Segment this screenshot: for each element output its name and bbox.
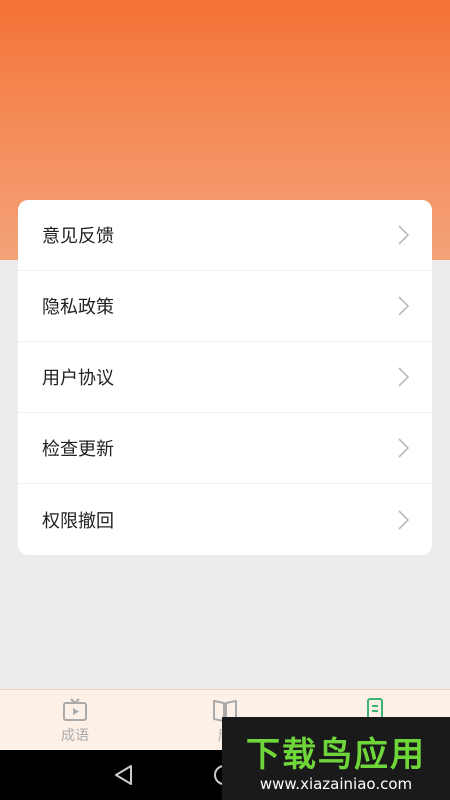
chevron-right-icon <box>398 509 410 530</box>
chevron-right-icon <box>398 367 410 387</box>
menu-item-revoke-permissions[interactable]: 权限撤回 <box>18 484 432 555</box>
chevron-right-icon <box>398 296 410 316</box>
menu-item-check-update[interactable]: 检查更新 <box>18 413 432 484</box>
chevron-right-icon <box>398 438 410 458</box>
menu-item-label: 隐私政策 <box>42 297 114 318</box>
menu-item-label: 用户协议 <box>42 368 114 389</box>
menu-item-label: 权限撤回 <box>42 510 114 532</box>
tab-label: 成语 <box>61 728 89 744</box>
tab-idioms[interactable]: 成语 <box>35 690 115 751</box>
chevron-right-icon <box>398 225 410 245</box>
menu-item-privacy-policy[interactable]: 隐私政策 <box>18 271 432 342</box>
settings-menu: 意见反馈 隐私政策 用户协议 检查更新 权限撤回 <box>18 200 432 555</box>
watermark-title: 下载鸟应用 <box>246 735 426 775</box>
menu-item-label: 意见反馈 <box>42 226 114 247</box>
watermark-url: www.xiazainiao.com <box>259 775 413 793</box>
menu-item-user-agreement[interactable]: 用户协议 <box>18 342 432 413</box>
watermark-logo: 下载鸟应用 www.xiazainiao.com <box>222 717 450 800</box>
back-icon[interactable] <box>112 764 136 786</box>
menu-item-label: 检查更新 <box>42 439 114 460</box>
tv-icon <box>63 698 87 721</box>
menu-item-feedback[interactable]: 意见反馈 <box>18 200 432 271</box>
